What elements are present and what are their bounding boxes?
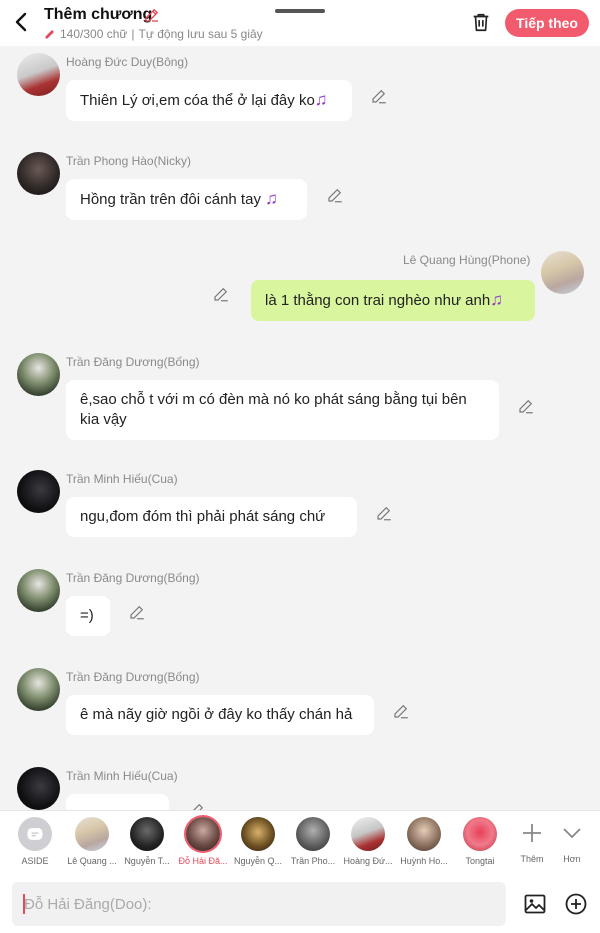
character-name: Hoàng Đứ... <box>343 856 393 866</box>
avatar[interactable] <box>541 251 584 294</box>
top-bar: Thêm chương 140/300 chữ | Tự động lưu sa… <box>0 0 600 46</box>
character-item[interactable]: Hoàng Đứ... <box>339 817 397 866</box>
trash-icon[interactable] <box>470 11 492 33</box>
edit-title-icon[interactable] <box>143 6 161 24</box>
character-item[interactable]: Trần Pho... <box>284 817 342 866</box>
message-bubble[interactable]: Hồng trần trên đôi cánh tay ♫ <box>66 179 307 220</box>
back-arrow-icon[interactable] <box>10 10 34 34</box>
character-name: Huỳnh Ho... <box>400 856 448 866</box>
character-name: Lê Quang ... <box>67 856 117 866</box>
sender-name: Trần Minh Hiếu(Cua) <box>66 769 178 783</box>
message-bubble[interactable]: =) <box>66 596 110 636</box>
add-label: Thêm <box>520 854 544 864</box>
comment-icon <box>27 828 43 840</box>
image-icon[interactable] <box>523 892 547 916</box>
drag-handle[interactable] <box>275 9 325 13</box>
message-bubble[interactable]: ê,sao chỗ t với m có đèn mà nó ko phát s… <box>66 380 499 440</box>
text-caret <box>23 894 25 914</box>
character-name: Tongtai <box>465 856 495 866</box>
edit-pencil-icon[interactable] <box>128 603 146 621</box>
edit-pencil-icon[interactable] <box>370 87 388 105</box>
plus-icon <box>523 824 541 842</box>
message-text: ngu,đom đóm thì phải phát sáng chứ <box>80 508 326 525</box>
avatar <box>463 817 497 851</box>
music-note-icon: ♫ <box>490 290 503 309</box>
edit-pencil-icon[interactable] <box>212 285 230 303</box>
message-bubble[interactable]: ngu,đom đóm thì phải phát sáng chứ <box>66 497 357 537</box>
avatar <box>186 817 220 851</box>
chat-area[interactable]: Hoàng Đức Duy(Bông) Thiên Lý ơi,em cóa t… <box>0 46 600 810</box>
edit-pencil-icon[interactable] <box>326 186 344 204</box>
sender-name: Lê Quang Hùng(Phone) <box>403 253 531 267</box>
message-bubble[interactable] <box>66 794 169 810</box>
music-note-icon: ♫ <box>265 189 278 208</box>
avatar <box>351 817 385 851</box>
aside-icon <box>18 817 52 851</box>
sender-name: Trần Đăng Dương(Bống) <box>66 571 200 585</box>
character-item[interactable]: Huỳnh Ho... <box>395 817 453 866</box>
music-note-icon: ♫ <box>314 90 328 109</box>
avatar <box>75 817 109 851</box>
character-bar: ASIDE Lê Quang ... Nguyễn T... Đỗ Hải Đă… <box>0 810 600 874</box>
character-item[interactable]: Nguyễn T... <box>118 817 176 866</box>
character-name: Trần Pho... <box>290 856 336 866</box>
avatar <box>241 817 275 851</box>
avatar <box>296 817 330 851</box>
avatar[interactable] <box>17 767 60 810</box>
message-text: Hồng trần trên đôi cánh tay <box>80 191 266 208</box>
pencil-icon <box>45 30 54 39</box>
message-bubble[interactable]: Thiên Lý ơi,em cóa thể ở lại đây ko♫ <box>66 80 352 121</box>
more-label: Hơn <box>563 854 581 864</box>
edit-pencil-icon[interactable] <box>188 801 206 810</box>
chapter-editor-screen: Thêm chương 140/300 chữ | Tự động lưu sa… <box>0 0 600 933</box>
sender-name: Trần Phong Hào(Nicky) <box>66 154 191 168</box>
avatar[interactable] <box>17 152 60 195</box>
avatar[interactable] <box>17 668 60 711</box>
character-name: Nguyễn T... <box>124 856 170 866</box>
composer-bar <box>0 874 600 933</box>
avatar[interactable] <box>17 53 60 96</box>
sender-name: Trần Đăng Dương(Bống) <box>66 355 200 369</box>
avatar[interactable] <box>17 353 60 396</box>
more-characters-button[interactable]: Hơn <box>552 821 592 864</box>
sender-name: Hoàng Đức Duy(Bông) <box>66 55 189 69</box>
message-text: là 1 thằng con trai nghèo như anh <box>265 292 491 309</box>
message-bubble[interactable]: là 1 thằng con trai nghèo như anh♫ <box>251 280 535 321</box>
message-bubble[interactable]: ê mà nãy giờ ngồi ở đây ko thấy chán hả <box>66 695 374 735</box>
chevron-down-icon <box>563 828 581 839</box>
add-circle-icon[interactable] <box>564 892 588 916</box>
character-item[interactable]: Lê Quang ... <box>63 817 121 866</box>
sender-name: Trần Đăng Dương(Bống) <box>66 670 200 684</box>
page-title: Thêm chương <box>44 6 153 23</box>
character-item[interactable]: Tongtai <box>451 817 509 866</box>
character-item-selected[interactable]: Đỗ Hải Đă... <box>174 817 232 866</box>
message-text: ê mà nãy giờ ngồi ở đây ko thấy chán hả <box>80 706 353 723</box>
sender-name: Trần Minh Hiếu(Cua) <box>66 472 178 486</box>
add-character-button[interactable]: Thêm <box>512 821 552 864</box>
next-button[interactable]: Tiếp theo <box>505 9 589 37</box>
autosave-text: Tự động lưu sau 5 giây <box>138 27 263 41</box>
character-aside[interactable]: ASIDE <box>6 817 64 866</box>
avatar[interactable] <box>17 569 60 612</box>
message-input[interactable] <box>12 882 506 926</box>
edit-pencil-icon[interactable] <box>392 702 410 720</box>
message-text: Thiên Lý ơi,em cóa thể ở lại đây ko <box>80 92 315 109</box>
edit-pencil-icon[interactable] <box>517 397 535 415</box>
avatar <box>407 817 441 851</box>
avatar[interactable] <box>17 470 60 513</box>
character-name: Nguyễn Q... <box>233 856 283 866</box>
avatar <box>130 817 164 851</box>
character-name: Đỗ Hải Đă... <box>178 856 228 866</box>
word-count: 140/300 chữ <box>60 27 128 41</box>
message-text: =) <box>80 607 94 624</box>
character-item[interactable]: Nguyễn Q... <box>229 817 287 866</box>
message-text: ê,sao chỗ t với m có đèn mà nó ko phát s… <box>80 391 467 428</box>
status-separator: | <box>131 27 135 41</box>
character-name: ASIDE <box>21 856 49 866</box>
chapter-status: 140/300 chữ | Tự động lưu sau 5 giây <box>44 27 263 41</box>
edit-pencil-icon[interactable] <box>375 504 393 522</box>
